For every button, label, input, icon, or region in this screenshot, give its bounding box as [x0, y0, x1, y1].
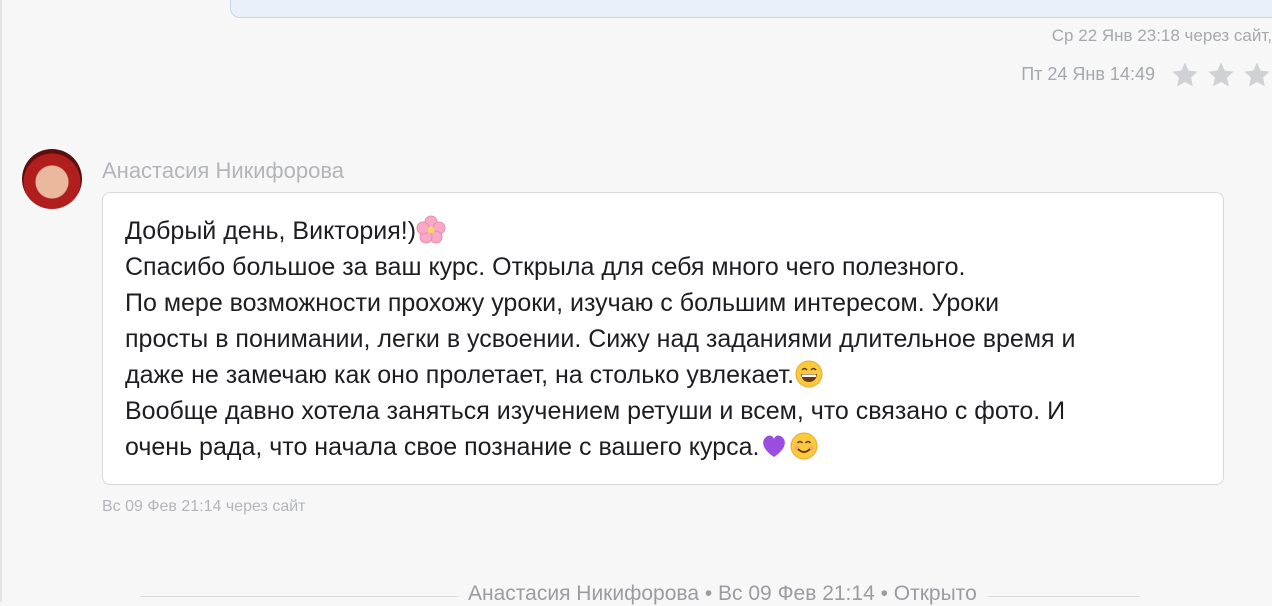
message-author: Анастасия Никифорова: [102, 158, 345, 183]
star-icon[interactable]: [1242, 60, 1272, 90]
message-line: Спасибо большое за ваш курс. Открыла для…: [125, 253, 966, 281]
ticket-status: Анастасия Никифорова • Вс 09 Фев 21:14 •…: [458, 582, 987, 606]
avatar: [22, 149, 82, 209]
message-line: Вообще давно хотела заняться изучением р…: [125, 397, 1066, 425]
smiling-face-icon: [790, 432, 818, 460]
star-icon[interactable]: [1206, 60, 1236, 90]
message-line: По мере возможности прохожу уроки, изуча…: [125, 289, 1000, 317]
left-border: [0, 0, 2, 602]
previous-message-read-meta: Пт 24 Янв 14:49: [1021, 60, 1272, 90]
message-meta: Вс 09 Фев 21:14 через сайт: [102, 498, 306, 515]
message-line: даже не замечаю как оно пролетает, на ст…: [125, 357, 1201, 393]
message-line: очень рада, что начала свое познание с в…: [125, 429, 1201, 465]
read-time: Пт 24 Янв 14:49: [1021, 63, 1155, 84]
purple-heart-icon: [763, 435, 786, 457]
message-line: Добрый день, Виктория!): [125, 213, 1201, 249]
message-line: просты в понимании, легки в усвоении. Си…: [125, 325, 1076, 353]
rating-stars[interactable]: [1170, 60, 1272, 90]
previous-message-bubble: [230, 0, 1272, 18]
grinning-face-icon: [795, 360, 823, 388]
message-bubble: Добрый день, Виктория!) Спасибо большое …: [102, 192, 1224, 485]
star-icon[interactable]: [1170, 60, 1200, 90]
previous-message-sent-meta: Ср 22 Янв 23:18 через сайт,: [1051, 26, 1272, 45]
cherry-blossom-icon: [416, 215, 446, 244]
